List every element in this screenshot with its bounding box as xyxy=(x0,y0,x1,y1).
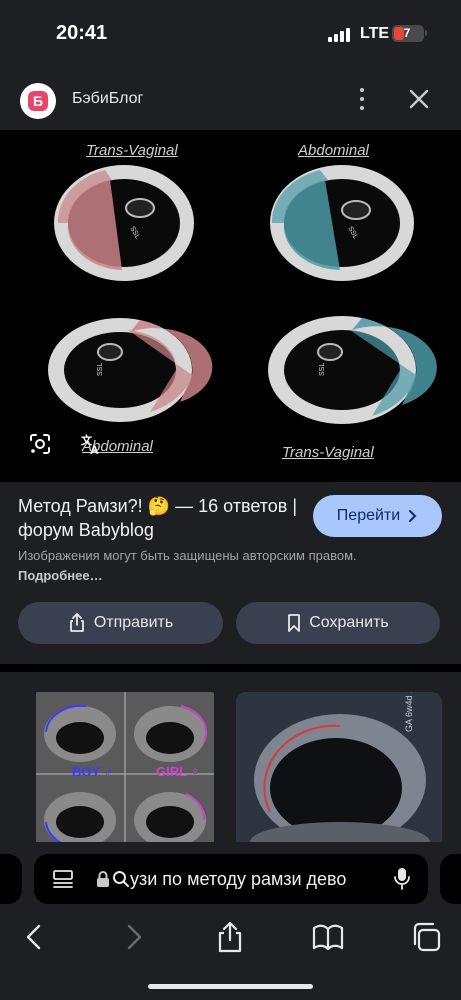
site-logo[interactable]: Б xyxy=(20,83,56,119)
network-type: LTE xyxy=(360,25,390,42)
copyright-text: Изображения могут быть защищены авторски… xyxy=(18,548,357,563)
more-options-icon[interactable] xyxy=(350,86,374,112)
copyright-notice: Изображения могут быть защищены авторски… xyxy=(18,546,358,586)
thumb-boy-label: BOY ♂ xyxy=(72,764,114,779)
lock-icon xyxy=(97,871,109,887)
share-button-label: Отправить xyxy=(93,614,174,631)
home-indicator[interactable] xyxy=(148,984,313,989)
save-button-label: Сохранить xyxy=(309,614,389,631)
lens-search-icon[interactable] xyxy=(28,432,52,456)
bookmark-icon xyxy=(288,614,301,632)
go-to-page-button[interactable]: Перейти xyxy=(313,495,442,537)
search-icon xyxy=(113,871,129,887)
address-bar[interactable]: узи по методу рамзи дево xyxy=(34,854,428,904)
ultrasound-composite-image: SSL SSL SSL SSL xyxy=(48,165,437,424)
result-image[interactable]: SSL SSL SSL SSL Trans-Vaginal Abdominal … xyxy=(0,130,461,482)
next-tab-preview[interactable] xyxy=(440,854,461,904)
svg-text:A: A xyxy=(90,443,99,456)
browser-toolbar: узи по методу рамзи дево xyxy=(0,842,461,1000)
chevron-right-icon xyxy=(409,510,417,522)
more-info-link[interactable]: Подробнее… xyxy=(18,568,103,583)
related-image-thumb-2[interactable]: GA 6w4d 10.03.2023 xyxy=(236,692,442,850)
result-header: Б БэбиБлог xyxy=(0,68,461,130)
tabs-icon xyxy=(413,922,441,952)
scan-bottom-right: SSL xyxy=(268,316,437,424)
reader-icon[interactable] xyxy=(52,868,74,890)
close-icon[interactable] xyxy=(404,84,434,114)
chevron-right-icon xyxy=(127,924,142,950)
scan-mark: SSL xyxy=(97,363,104,376)
book-icon xyxy=(312,924,344,951)
forward-button[interactable] xyxy=(116,920,150,954)
url-text: узи по методу рамзи дево xyxy=(130,869,347,889)
microphone-icon[interactable] xyxy=(394,866,410,892)
previous-tab-preview[interactable] xyxy=(0,854,22,904)
back-button[interactable] xyxy=(18,920,52,954)
thumb-date-label: GA 6w4d 10.03.2023 xyxy=(404,692,414,732)
battery-level: 7 xyxy=(403,26,411,40)
scan-top-right: SSL xyxy=(270,165,414,281)
share-icon xyxy=(69,613,84,632)
related-images: BOY ♂ GIRL ♀ GA 6w4d 10.03.2023 xyxy=(0,672,461,850)
bookmarks-button[interactable] xyxy=(311,920,345,954)
translate-icon[interactable]: 文 A xyxy=(80,432,104,457)
share-page-button[interactable] xyxy=(213,920,247,954)
signal-icon xyxy=(328,28,350,42)
scan-label-top-left: Trans-Vaginal xyxy=(86,142,178,159)
scan-top-left: SSL xyxy=(54,165,194,281)
scan-bottom-left: SSL xyxy=(48,318,213,422)
section-divider xyxy=(0,664,461,672)
result-info-panel: Метод Рамзи?! 🤔 — 16 ответов | форум Bab… xyxy=(0,482,461,664)
chevron-left-icon xyxy=(26,924,41,950)
save-button[interactable]: Сохранить xyxy=(236,602,440,644)
status-bar: 20:41 LTE 7 xyxy=(0,0,461,68)
battery-icon: 7 xyxy=(392,25,424,42)
site-logo-letter: Б xyxy=(28,91,48,111)
result-title[interactable]: Метод Рамзи?! 🤔 — 16 ответов | форум Bab… xyxy=(18,494,300,542)
status-time: 20:41 xyxy=(56,22,108,44)
share-button[interactable]: Отправить xyxy=(18,602,223,644)
share-icon xyxy=(218,921,242,953)
related-image-thumb-1[interactable]: BOY ♂ GIRL ♀ xyxy=(36,692,214,850)
scan-label-top-right: Abdominal xyxy=(298,142,369,159)
tabs-button[interactable] xyxy=(409,920,443,954)
scan-label-bottom-right: Trans-Vaginal xyxy=(282,444,374,461)
scan-mark: SSL xyxy=(319,363,326,376)
thumb-girl-label: GIRL ♀ xyxy=(156,764,201,779)
go-button-label: Перейти xyxy=(336,507,401,524)
site-name[interactable]: БэбиБлог xyxy=(72,90,143,108)
